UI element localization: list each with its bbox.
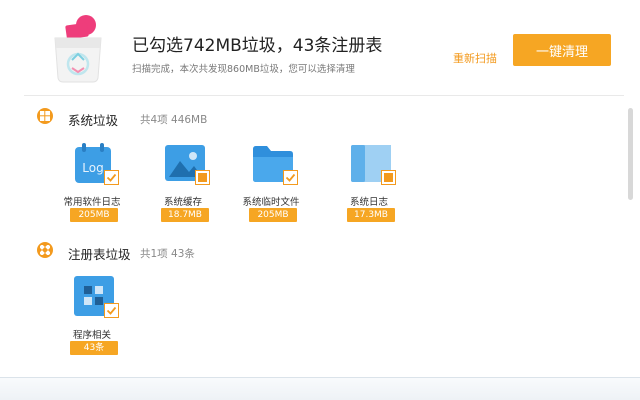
svg-text:Log: Log: [82, 161, 103, 175]
item-count-badge: 43条: [70, 341, 118, 355]
checkbox-checked[interactable]: [283, 170, 298, 185]
item-label: 常用软件日志: [63, 197, 121, 208]
scan-result-text: 扫描完成，本次共发现860MB垃圾，您可以选择清理: [132, 64, 355, 75]
section-title: 注册表垃圾: [68, 247, 131, 262]
checkbox-checked[interactable]: [104, 170, 119, 185]
item-size-badge: 205MB: [249, 208, 297, 222]
checkbox-checked[interactable]: [104, 303, 119, 318]
one-click-clean-button[interactable]: 一键清理: [513, 34, 611, 66]
checkbox-partial[interactable]: [195, 170, 210, 185]
registry-item-program[interactable]: 程序相关 43条: [51, 274, 133, 356]
section-summary: 共4项 446MB: [140, 114, 208, 126]
rescan-link[interactable]: 重新扫描: [453, 50, 497, 66]
junk-item-system-cache[interactable]: 系统缓存 18.7MB: [142, 141, 224, 223]
item-label: 系统临时文件: [242, 197, 300, 208]
item-size-badge: 18.7MB: [161, 208, 209, 222]
bottom-bar: [0, 377, 640, 400]
item-label: 系统日志: [349, 197, 388, 208]
windows-icon: [37, 108, 53, 124]
section-summary: 共1项 43条: [140, 248, 195, 260]
registry-icon: [37, 242, 53, 258]
scrollbar[interactable]: [628, 108, 633, 200]
item-label: 程序相关: [72, 330, 111, 341]
checkbox-partial[interactable]: [381, 170, 396, 185]
recycle-bin-logo-icon: [50, 14, 106, 84]
page-title: 已勾选742MB垃圾，43条注册表: [132, 36, 383, 56]
junk-item-software-log[interactable]: Log 常用软件日志 205MB: [51, 141, 133, 223]
junk-item-temp-files[interactable]: 系统临时文件 205MB: [230, 141, 312, 223]
item-size-badge: 205MB: [70, 208, 118, 222]
header: 已勾选742MB垃圾，43条注册表 扫描完成，本次共发现860MB垃圾，您可以选…: [0, 0, 640, 95]
section-title: 系统垃圾: [68, 113, 119, 128]
item-label: 系统缓存: [163, 197, 202, 208]
divider: [24, 95, 624, 96]
junk-item-system-log[interactable]: 系统日志 17.3MB: [328, 141, 410, 223]
item-size-badge: 17.3MB: [347, 208, 395, 222]
